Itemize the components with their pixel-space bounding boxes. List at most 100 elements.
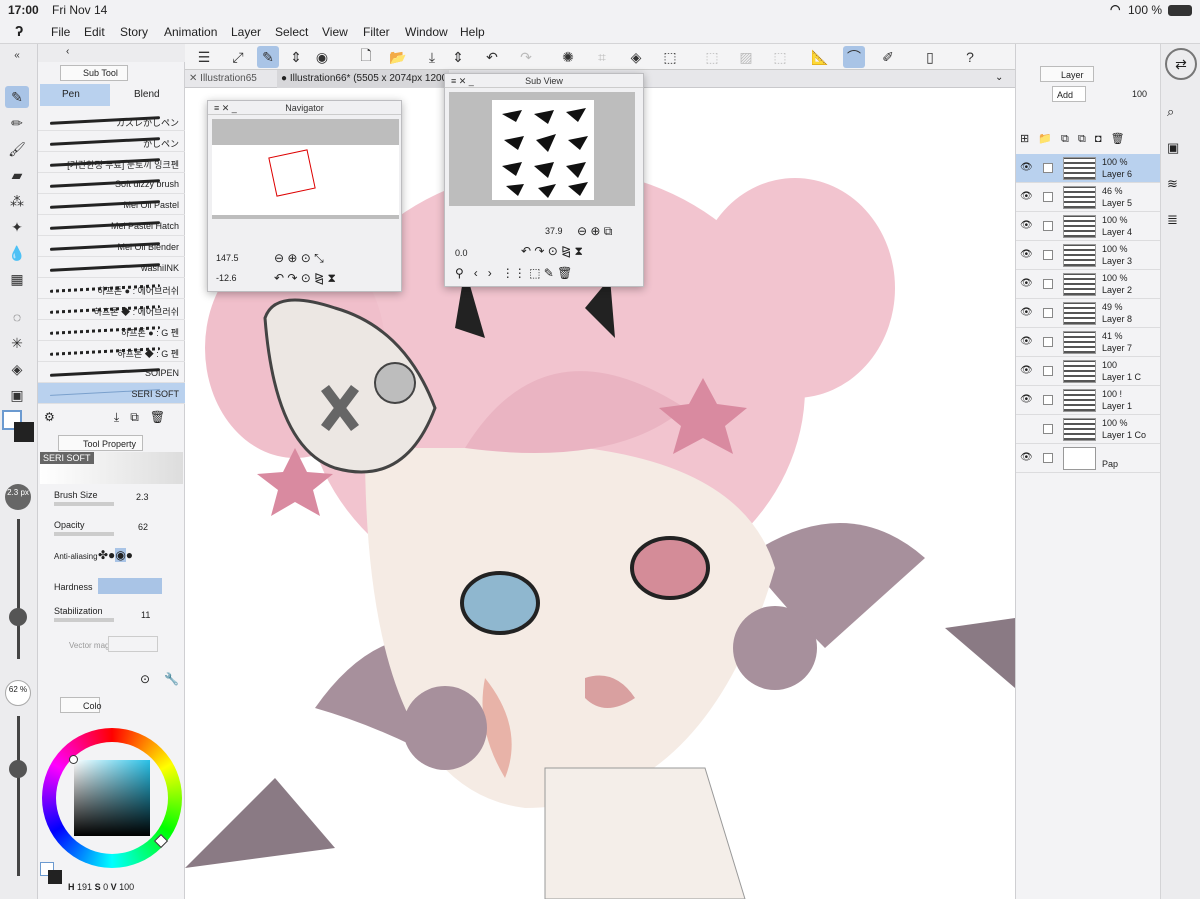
opacity-slider-track[interactable] bbox=[17, 716, 20, 876]
eye-icon[interactable]: 👁 bbox=[1020, 220, 1033, 231]
subview-rotate-controls[interactable]: ↶ ↷ ⊙ ⧎ ⧗ bbox=[521, 244, 583, 259]
layer-checkbox[interactable] bbox=[1043, 366, 1053, 376]
opacity-slider-knob[interactable] bbox=[9, 760, 27, 778]
menu-select[interactable]: Select bbox=[275, 25, 308, 39]
color-sub-swatch[interactable] bbox=[48, 870, 62, 884]
stabilization-slider[interactable] bbox=[54, 618, 114, 622]
layer-row[interactable]: 👁 100 % Layer 2 bbox=[1016, 270, 1161, 299]
lasso-tool-icon[interactable]: ◌ bbox=[5, 306, 29, 328]
subview-zoom-controls[interactable]: ⊖ ⊕ ⧉ bbox=[577, 224, 612, 239]
loading-icon[interactable]: ✺ bbox=[557, 46, 579, 68]
settings-icon[interactable]: ⚙ bbox=[44, 410, 55, 424]
blend-mode-select[interactable]: Add bbox=[1052, 86, 1086, 102]
redo-icon[interactable]: ↷ bbox=[515, 46, 537, 68]
eye-icon[interactable]: 👁 bbox=[1020, 278, 1033, 289]
brush-item[interactable]: SERI SOFT bbox=[38, 383, 185, 404]
menu-layer[interactable]: Layer bbox=[231, 25, 261, 39]
gradient-tool-icon[interactable]: ▣ bbox=[5, 384, 29, 406]
reset-icon[interactable]: ⊙ bbox=[140, 672, 150, 686]
download-icon[interactable]: ⤓ bbox=[114, 410, 119, 425]
layer-checkbox[interactable] bbox=[1043, 453, 1053, 463]
layer-row[interactable]: 👁 41 % Layer 7 bbox=[1016, 328, 1161, 357]
aa-options[interactable]: ✤●◉● bbox=[98, 548, 133, 562]
layer-checkbox[interactable] bbox=[1043, 337, 1053, 347]
menu-animation[interactable]: Animation bbox=[164, 25, 217, 39]
sv-picker[interactable] bbox=[69, 755, 78, 764]
hardness-selector[interactable] bbox=[98, 578, 162, 594]
layer-row[interactable]: 👁 100 % Layer 6 bbox=[1016, 154, 1161, 183]
tab-illustration65[interactable]: ✕ Illustration65 bbox=[189, 73, 257, 84]
menu-view[interactable]: View bbox=[322, 25, 348, 39]
layer-checkbox[interactable] bbox=[1043, 395, 1053, 405]
companion-mode-icon[interactable]: ⇄ bbox=[1165, 48, 1197, 80]
eraser-tool-icon[interactable]: ▰ bbox=[5, 164, 29, 186]
brush-size-slider[interactable] bbox=[54, 502, 114, 506]
brush-size-value[interactable]: 2.3 bbox=[136, 492, 149, 502]
crop-icon[interactable]: ⌗ bbox=[591, 46, 613, 68]
brush-item[interactable]: Soft dizzy brush bbox=[38, 173, 185, 194]
delete-layer-icon[interactable]: 🗑 bbox=[1111, 133, 1125, 145]
eye-icon[interactable]: 👁 bbox=[1020, 191, 1033, 202]
undo-icon[interactable]: ↶ bbox=[481, 46, 503, 68]
layers-panel-icon[interactable]: ≋ bbox=[1167, 176, 1178, 192]
frame-tool-icon[interactable]: ▦ bbox=[5, 268, 29, 290]
brush-tool-icon[interactable]: 🖌 bbox=[5, 138, 29, 160]
brush-item[interactable]: [기간한정 무료] 눈토끼 잉크펜 bbox=[38, 152, 185, 173]
navigator-zoom[interactable]: 147.5 bbox=[216, 253, 239, 263]
tab-illustration66[interactable]: ● Illustration66* (5505 x 2074px 1200 bbox=[277, 70, 449, 88]
eye-icon[interactable]: 👁 bbox=[1020, 452, 1033, 463]
layer-row[interactable]: 100 % Layer 1 Co bbox=[1016, 415, 1161, 444]
tool-property-tab[interactable]: Tool Property bbox=[58, 435, 143, 451]
layer-checkbox[interactable] bbox=[1043, 279, 1053, 289]
layer-checkbox[interactable] bbox=[1043, 221, 1053, 231]
ruler-icon[interactable]: 📐 bbox=[809, 46, 831, 68]
layer-row[interactable]: 👁 46 % Layer 5 bbox=[1016, 183, 1161, 212]
fill-bucket-icon[interactable]: ◈ bbox=[625, 46, 647, 68]
layer-checkbox[interactable] bbox=[1043, 192, 1053, 202]
brush-item[interactable]: Mel Oil Blender bbox=[38, 236, 185, 257]
magic-wand-icon[interactable]: ✳ bbox=[5, 332, 29, 354]
open-folder-icon[interactable]: 📂 bbox=[387, 46, 409, 68]
sv-square[interactable] bbox=[74, 760, 150, 836]
brush-item[interactable]: Mel Oil Pastel bbox=[38, 194, 185, 215]
eye-icon[interactable]: 👁 bbox=[1020, 336, 1033, 347]
brush-item[interactable]: SOIPEN bbox=[38, 362, 185, 383]
companion-icon[interactable]: ◉ bbox=[311, 46, 333, 68]
stepper-icon[interactable]: ⇕ bbox=[447, 46, 469, 68]
subview-close-icon[interactable]: ≡ ✕ _ bbox=[451, 74, 474, 88]
deselect-icon[interactable]: ⬚ bbox=[701, 46, 723, 68]
menu-edit[interactable]: Edit bbox=[84, 25, 105, 39]
eye-icon[interactable]: 👁 bbox=[1020, 394, 1033, 405]
group-pen[interactable]: Pen bbox=[40, 84, 110, 106]
save-icon[interactable]: ⤓ bbox=[421, 46, 443, 68]
stabilization-value[interactable]: 11 bbox=[141, 610, 150, 620]
app-logo-icon[interactable]: ʔ bbox=[15, 23, 23, 40]
opacity-value[interactable]: 62 bbox=[138, 522, 148, 532]
new-file-icon[interactable]: 🗋 bbox=[355, 46, 377, 68]
brush-item[interactable]: カスレかしペン bbox=[38, 110, 185, 131]
navigator-panel-icon[interactable]: ⌕ bbox=[1167, 104, 1174, 120]
layer-row[interactable]: 👁 100 % Layer 3 bbox=[1016, 241, 1161, 270]
brush-item[interactable]: 하프톤 ◆ : G 펜 bbox=[38, 341, 185, 362]
brush-item[interactable]: Mel Pastel Hatch bbox=[38, 215, 185, 236]
snap-icon[interactable]: ⌒ bbox=[843, 46, 865, 68]
blend-tool-icon[interactable]: 💧 bbox=[5, 242, 29, 264]
eye-icon[interactable]: 👁 bbox=[1020, 365, 1033, 376]
opacity-slider[interactable] bbox=[54, 532, 114, 536]
eye-icon[interactable]: 👁 bbox=[1020, 162, 1033, 173]
trash-icon[interactable]: 🗑 bbox=[150, 410, 165, 424]
layer-checkbox[interactable] bbox=[1043, 308, 1053, 318]
navigator-rotate-controls[interactable]: ↶ ↷ ⊙ ⧎ ⧗ bbox=[274, 271, 336, 286]
group-blend[interactable]: Blend bbox=[112, 84, 182, 106]
layer-row[interactable]: 👁 100 % Layer 4 bbox=[1016, 212, 1161, 241]
layer-row[interactable]: 👁 Pap bbox=[1016, 444, 1161, 473]
brush-item[interactable]: washiINK bbox=[38, 257, 185, 278]
new-folder-icon[interactable]: 📁 bbox=[1038, 133, 1052, 145]
subview-nav-controls[interactable]: ⚲ ‹ › ⋮⋮ ⬚ ✎ 🗑 bbox=[455, 266, 572, 280]
layer-property-icon[interactable]: ≣ bbox=[1167, 212, 1178, 228]
camera-panel-icon[interactable]: ▣ bbox=[1167, 140, 1179, 156]
tabs-dropdown-icon[interactable]: ⌄ bbox=[995, 72, 1003, 83]
brush-item[interactable]: 하프톤 ● : 에어브러쉬 bbox=[38, 278, 185, 299]
menu-story[interactable]: Story bbox=[120, 25, 148, 39]
layer-row[interactable]: 👁 100 ! Layer 1 bbox=[1016, 386, 1161, 415]
